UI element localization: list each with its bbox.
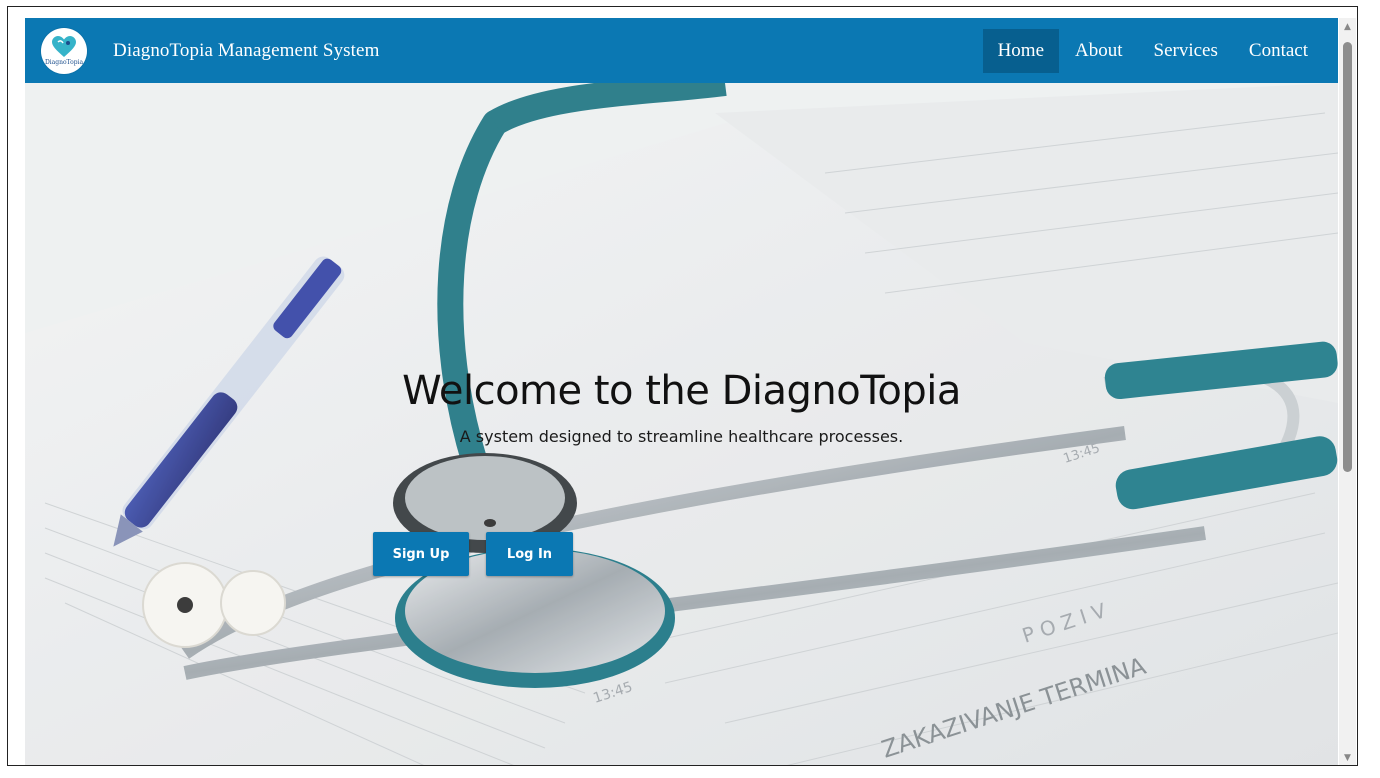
- brand-title[interactable]: DiagnoTopia Management System: [113, 40, 379, 62]
- browser-frame: DiagnoTopia DiagnoTopia Management Syste…: [7, 6, 1358, 766]
- nav-services[interactable]: Services: [1139, 29, 1233, 73]
- hero-title: Welcome to the DiagnoTopia: [402, 367, 961, 414]
- nav-about[interactable]: About: [1060, 29, 1138, 73]
- nav-contact[interactable]: Contact: [1234, 29, 1323, 73]
- arrow-up-icon[interactable]: ▲: [1339, 18, 1356, 35]
- hero-subtitle: A system designed to streamline healthca…: [459, 427, 904, 446]
- hero-background-image: P O Z I V ZAKAZIVANJE TERMINA 14:00 13:4…: [25, 83, 1338, 765]
- brand[interactable]: DiagnoTopia DiagnoTopia Management Syste…: [41, 18, 379, 83]
- signup-button[interactable]: Sign Up: [373, 532, 469, 576]
- hero-section: P O Z I V ZAKAZIVANJE TERMINA 14:00 13:4…: [25, 83, 1338, 765]
- nav-menu: Home About Services Contact: [982, 18, 1323, 83]
- logo-text: DiagnoTopia: [44, 59, 84, 66]
- logo[interactable]: DiagnoTopia: [41, 27, 87, 74]
- navbar: DiagnoTopia DiagnoTopia Management Syste…: [25, 18, 1338, 83]
- arrow-down-icon[interactable]: ▼: [1339, 749, 1356, 765]
- nav-home[interactable]: Home: [982, 28, 1060, 73]
- vertical-scrollbar[interactable]: ▲ ▼: [1339, 18, 1356, 765]
- heart-logo-icon: [52, 36, 76, 57]
- page-viewport: DiagnoTopia DiagnoTopia Management Syste…: [25, 18, 1338, 765]
- login-button[interactable]: Log In: [486, 532, 573, 576]
- scroll-thumb[interactable]: [1343, 42, 1352, 472]
